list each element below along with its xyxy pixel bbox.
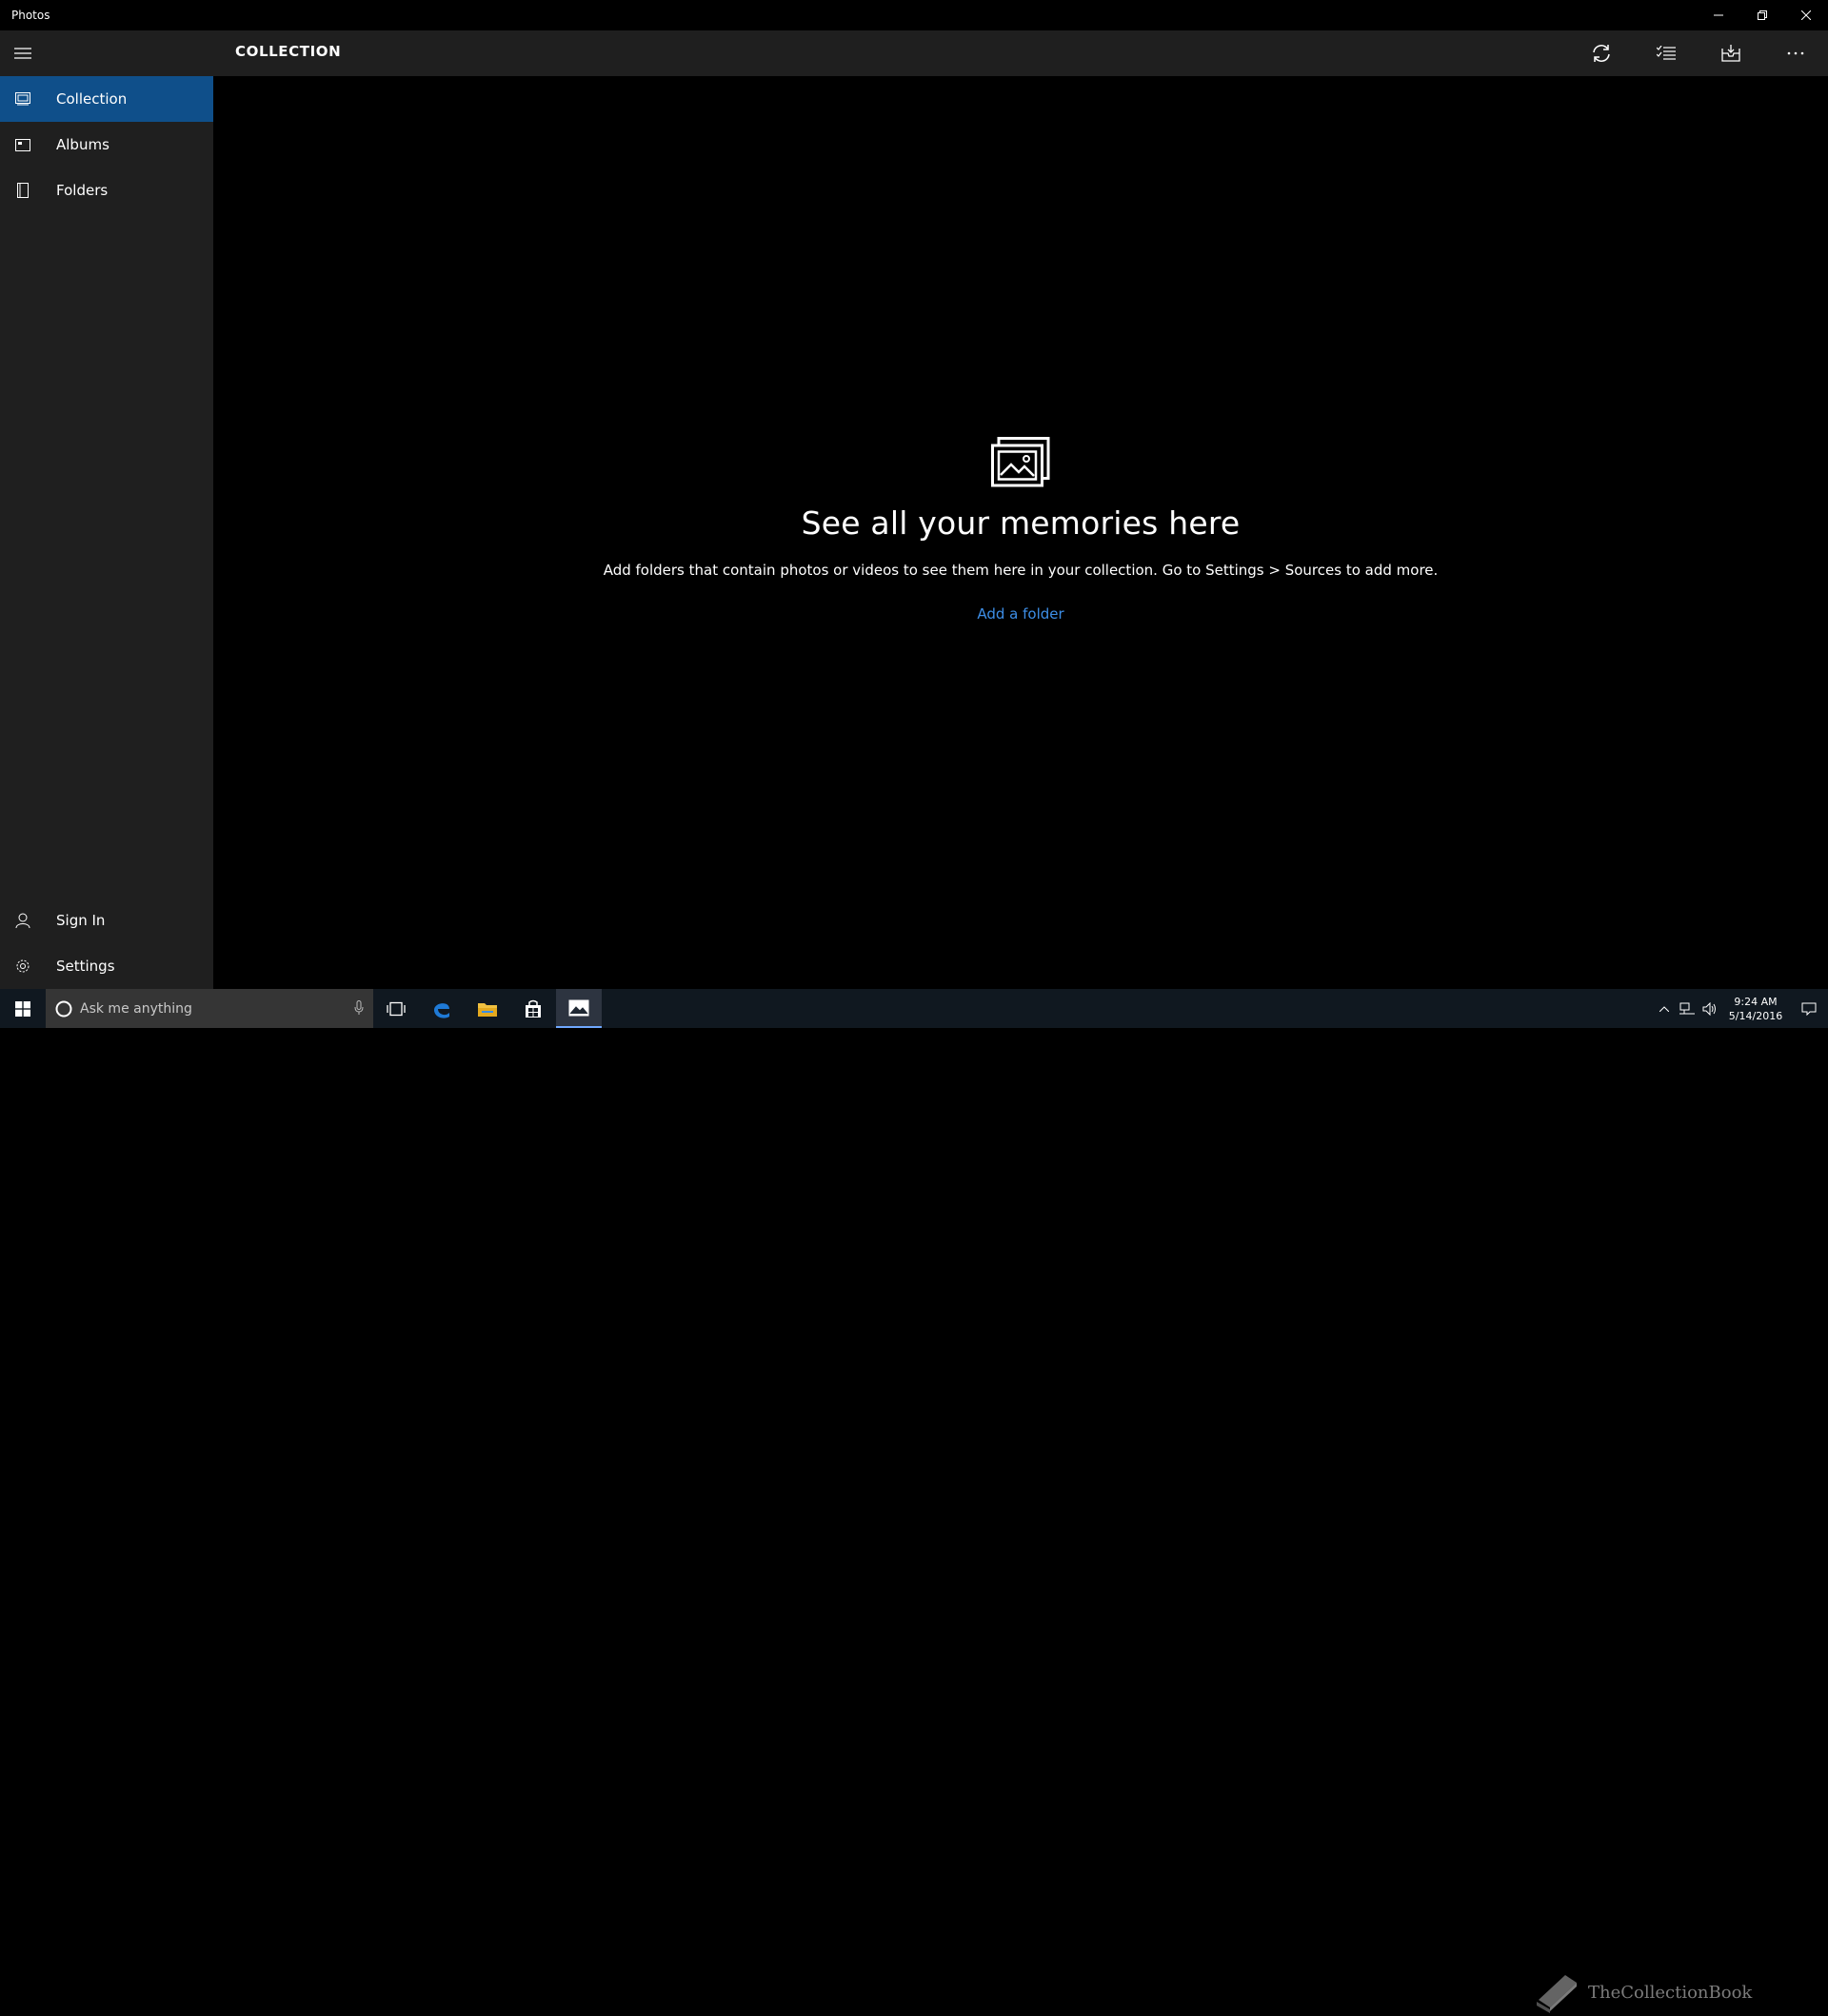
more-button[interactable] — [1763, 30, 1828, 76]
watermark-text: TheCollectionBook — [1588, 1982, 1753, 2003]
edge-button[interactable] — [419, 989, 465, 1028]
clock-date: 5/14/2016 — [1728, 1009, 1783, 1022]
sidebar-item-label: Collection — [56, 90, 128, 108]
store-button[interactable] — [510, 989, 556, 1028]
more-icon — [1787, 51, 1804, 55]
person-icon — [0, 898, 46, 943]
edge-icon — [434, 1002, 449, 1018]
restore-icon — [1758, 10, 1767, 20]
file-explorer-icon — [478, 1002, 497, 1017]
page-title: COLLECTION — [235, 43, 342, 60]
add-folder-link[interactable]: Add a folder — [213, 605, 1828, 623]
volume-button[interactable] — [1699, 989, 1721, 1028]
photos-icon — [568, 999, 589, 1016]
minimize-button[interactable] — [1697, 0, 1740, 30]
sidebar-item-sign-in[interactable]: Sign In — [0, 898, 213, 943]
collection-icon — [0, 76, 46, 122]
sidebar-item-collection[interactable]: Collection — [0, 76, 213, 122]
photos-stack-icon — [991, 437, 1050, 492]
clock[interactable]: 9:24 AM 5/14/2016 — [1721, 995, 1790, 1023]
sidebar-item-label: Albums — [56, 136, 109, 153]
empty-body: Add folders that contain photos or video… — [603, 562, 1439, 579]
photos-taskbar-button[interactable] — [556, 989, 602, 1028]
empty-heading: See all your memories here — [801, 504, 1241, 542]
title-bar: Photos — [0, 0, 1828, 30]
import-icon — [1721, 45, 1740, 62]
restore-button[interactable] — [1740, 0, 1784, 30]
system-tray: 9:24 AM 5/14/2016 — [1653, 989, 1828, 1028]
close-icon — [1801, 10, 1811, 20]
import-button[interactable] — [1699, 30, 1763, 76]
sidebar-item-label: Settings — [56, 958, 115, 975]
sidebar-item-albums[interactable]: Albums — [0, 122, 213, 168]
network-icon — [1679, 1002, 1695, 1014]
search-input[interactable] — [80, 1000, 318, 1017]
microphone-icon[interactable] — [354, 1000, 364, 1016]
main-content: See all your memories here Add folders t… — [213, 76, 1828, 989]
sidebar-item-label: Folders — [56, 182, 109, 199]
watermark: TheCollectionBook — [1533, 1968, 1771, 2016]
file-explorer-button[interactable] — [465, 989, 510, 1028]
task-view-button[interactable] — [373, 989, 419, 1028]
start-button[interactable] — [0, 989, 46, 1028]
notifications-icon — [1801, 1002, 1817, 1016]
action-center-button[interactable] — [1790, 989, 1828, 1028]
minimize-icon — [1714, 14, 1723, 16]
windows-logo-icon — [15, 1000, 30, 1017]
chevron-up-icon — [1659, 1005, 1669, 1012]
network-button[interactable] — [1676, 989, 1699, 1028]
taskbar: TheCollectionBook 9:24 AM 5/14/2016 — [0, 989, 1828, 2013]
select-button[interactable] — [1634, 30, 1699, 76]
task-view-icon — [387, 1001, 406, 1016]
window-controls — [1697, 0, 1828, 30]
gear-icon — [0, 943, 46, 989]
folders-icon — [0, 168, 46, 213]
sidebar-item-label: Sign In — [56, 912, 106, 929]
close-button[interactable] — [1784, 0, 1828, 30]
page-header: COLLECTION — [213, 30, 1828, 76]
select-icon — [1657, 46, 1676, 60]
book-icon — [1537, 1975, 1577, 2013]
header-actions — [1569, 30, 1828, 76]
volume-icon — [1702, 1001, 1716, 1016]
search-box[interactable] — [46, 989, 373, 1028]
cortana-icon — [55, 1000, 72, 1017]
albums-icon — [0, 122, 46, 168]
sidebar-item-folders[interactable]: Folders — [0, 168, 213, 213]
clock-time: 9:24 AM — [1734, 995, 1778, 1008]
sidebar: Collection Albums Folders Sign In Settin… — [0, 30, 213, 989]
hamburger-icon — [14, 48, 31, 59]
refresh-icon — [1593, 45, 1610, 62]
hamburger-button[interactable] — [0, 30, 46, 76]
refresh-button[interactable] — [1569, 30, 1634, 76]
sidebar-item-settings[interactable]: Settings — [0, 943, 213, 989]
show-hidden-icons-button[interactable] — [1653, 989, 1676, 1028]
app-title: Photos — [11, 9, 50, 22]
store-icon — [526, 999, 541, 1018]
